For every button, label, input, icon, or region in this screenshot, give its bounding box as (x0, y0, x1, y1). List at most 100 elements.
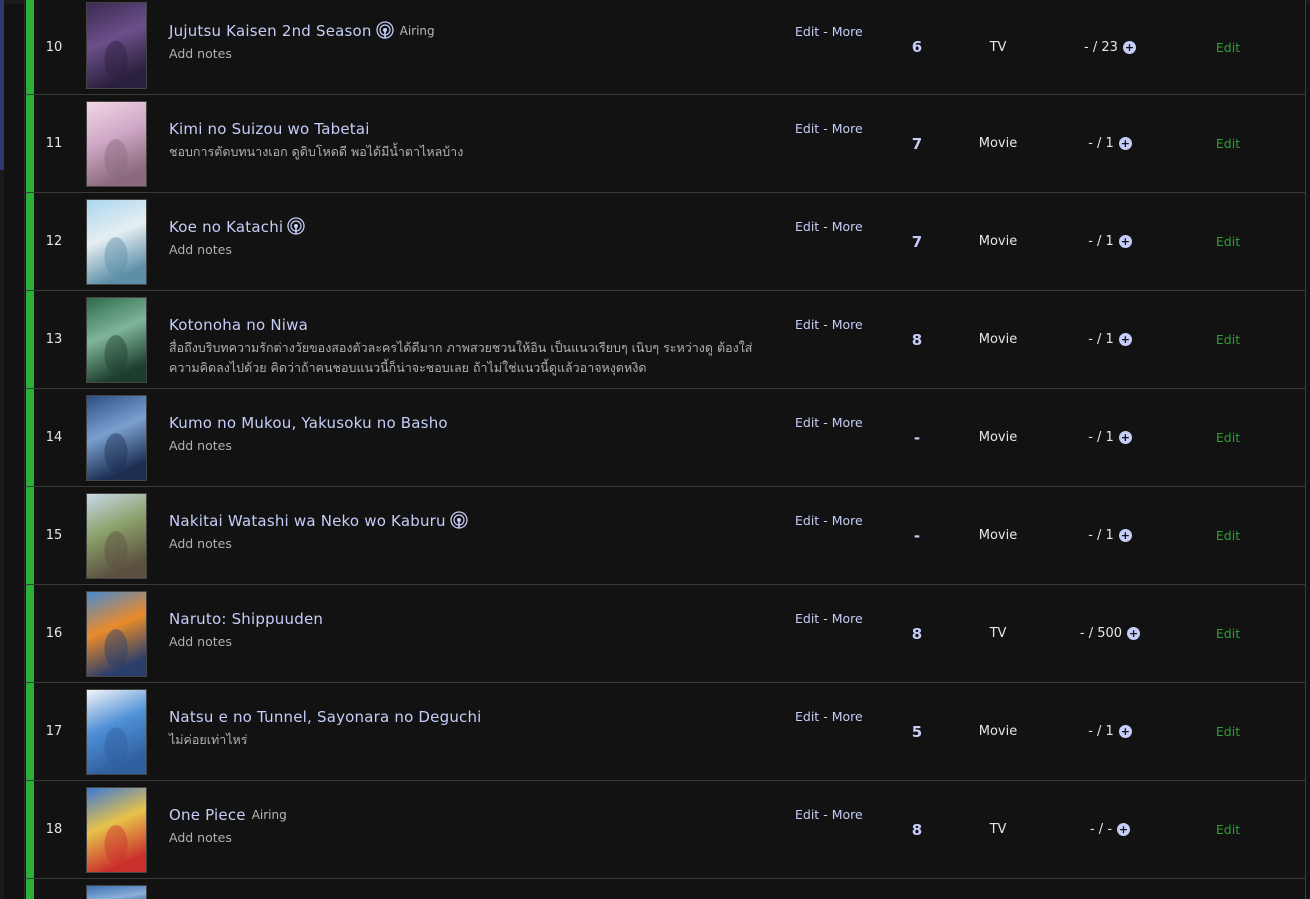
cover-thumbnail[interactable] (86, 395, 147, 481)
link-separator: - (819, 709, 832, 724)
table-row: 12 Koe no Katachi Add notes Edit - More 7 Mov… (25, 193, 1305, 291)
score-value[interactable]: - (885, 389, 949, 486)
increment-episode-icon[interactable]: + (1118, 529, 1132, 542)
anime-title-link[interactable]: Natsu e no Tunnel, Sayonara no Deguchi (169, 708, 482, 726)
increment-episode-icon[interactable]: + (1118, 235, 1132, 248)
title-cell: Naruto: Shippuuden Add notes (169, 609, 769, 652)
anime-title-link[interactable]: Kotonoha no Niwa (169, 316, 308, 334)
edit-link[interactable]: Edit (795, 415, 819, 430)
score-value[interactable]: 8 (885, 585, 949, 682)
score-value[interactable]: 8 (885, 291, 949, 388)
anime-title-link[interactable]: Naruto: Shippuuden (169, 610, 323, 628)
progress-value[interactable]: - / - (1090, 822, 1112, 837)
increment-episode-icon[interactable]: + (1118, 333, 1132, 346)
anime-list-table: 10 Jujutsu Kaisen 2nd Season Airing Add not… (24, 0, 1306, 899)
cover-thumbnail[interactable] (86, 199, 147, 285)
row-number: 16 (45, 626, 63, 641)
cover-thumbnail[interactable] (86, 689, 147, 775)
anime-title-link[interactable]: Kumo no Mukou, Yakusoku no Basho (169, 414, 448, 432)
edit-link[interactable]: Edit (795, 807, 819, 822)
more-link[interactable]: More (832, 415, 863, 430)
cover-thumbnail[interactable] (86, 493, 147, 579)
row-edit-button[interactable]: Edit (1195, 585, 1261, 682)
cover-thumbnail[interactable] (86, 591, 147, 677)
row-number: 18 (45, 822, 63, 837)
progress-cell: - / 1 + (1045, 389, 1175, 486)
cover-thumbnail[interactable] (86, 101, 147, 187)
more-link[interactable]: More (832, 611, 863, 626)
increment-episode-icon[interactable]: + (1118, 725, 1132, 738)
row-edit-button[interactable]: Edit (1195, 389, 1261, 486)
increment-episode-icon[interactable]: + (1117, 823, 1131, 836)
row-edit-button[interactable]: Edit (1195, 193, 1261, 290)
row-edit-button[interactable]: Edit (1195, 683, 1261, 780)
progress-value[interactable]: - / 23 (1084, 40, 1118, 55)
increment-episode-icon[interactable]: + (1122, 40, 1136, 54)
score-value[interactable]: 7 (885, 193, 949, 290)
progress-value[interactable]: - / 1 (1088, 136, 1114, 151)
more-link[interactable]: More (832, 513, 863, 528)
more-link[interactable]: More (832, 709, 863, 724)
cover-thumbnail[interactable] (86, 787, 147, 873)
notes-field[interactable]: ชอบการตัดบทนางเอก ดูดิบโหดดี พอได้มีน้ำต… (169, 142, 769, 162)
row-edit-button[interactable]: Edit (1195, 291, 1261, 388)
notes-field[interactable]: สื่อถึงบริบทความรักต่างวัยของสองตัวละครไ… (169, 338, 769, 378)
more-link[interactable]: More (832, 219, 863, 234)
notes-field[interactable]: Add notes (169, 240, 769, 260)
status-color-bar (26, 193, 34, 290)
row-edit-button[interactable]: Edit (1195, 95, 1261, 192)
row-edit-button[interactable]: Edit (1195, 0, 1261, 94)
more-link[interactable]: More (832, 121, 863, 136)
progress-value[interactable]: - / 1 (1088, 528, 1114, 543)
progress-cell: - / 23 + (1045, 0, 1175, 94)
cover-art (87, 396, 146, 480)
score-value[interactable]: 5 (885, 683, 949, 780)
more-link[interactable]: More (832, 807, 863, 822)
progress-value[interactable]: - / 1 (1088, 332, 1114, 347)
score-value[interactable]: 6 (885, 0, 949, 94)
type-value: TV (989, 39, 1007, 55)
edit-link[interactable]: Edit (795, 611, 819, 626)
anime-title-link[interactable]: Koe no Katachi (169, 218, 283, 236)
link-separator: - (819, 611, 832, 626)
notes-field[interactable]: Add notes (169, 436, 769, 456)
anime-title-link[interactable]: One Piece (169, 806, 246, 824)
link-separator: - (819, 219, 832, 234)
title-line: Jujutsu Kaisen 2nd Season Airing (169, 21, 769, 40)
row-edit-button[interactable]: Edit (1195, 487, 1261, 584)
notes-field[interactable]: Add notes (169, 828, 769, 848)
title-cell: Jujutsu Kaisen 2nd Season Airing Add notes (169, 21, 769, 64)
edit-link[interactable]: Edit (795, 709, 819, 724)
cover-thumbnail[interactable] (86, 885, 147, 899)
increment-episode-icon[interactable]: + (1118, 137, 1132, 150)
more-link[interactable]: More (832, 24, 863, 39)
edit-link[interactable]: Edit (795, 317, 819, 332)
increment-episode-icon[interactable]: + (1118, 431, 1132, 444)
cover-thumbnail[interactable] (86, 2, 147, 89)
anime-title-link[interactable]: Kimi no Suizou wo Tabetai (169, 120, 370, 138)
notes-field[interactable]: Add notes (169, 534, 769, 554)
progress-value[interactable]: - / 1 (1088, 234, 1114, 249)
edit-link[interactable]: Edit (795, 24, 819, 39)
cover-thumbnail[interactable] (86, 297, 147, 383)
progress-value[interactable]: - / 500 (1080, 626, 1122, 641)
notes-field[interactable]: Add notes (169, 632, 769, 652)
row-edit-button[interactable]: Edit (1195, 781, 1261, 878)
progress-value[interactable]: - / 1 (1088, 724, 1114, 739)
notes-field[interactable]: ไม่ค่อยเท่าไหร่ (169, 730, 769, 750)
progress-value[interactable]: - / 1 (1088, 430, 1114, 445)
anime-title-link[interactable]: Nakitai Watashi wa Neko wo Kaburu (169, 512, 446, 530)
score-value[interactable]: - (885, 487, 949, 584)
increment-episode-icon[interactable]: + (1127, 627, 1141, 640)
edit-link[interactable]: Edit (795, 121, 819, 136)
link-separator: - (819, 807, 832, 822)
type-value: TV (989, 626, 1007, 641)
anime-title-link[interactable]: Jujutsu Kaisen 2nd Season (169, 22, 372, 40)
notes-field[interactable]: Add notes (169, 44, 769, 64)
edit-link[interactable]: Edit (795, 219, 819, 234)
edit-link[interactable]: Edit (795, 513, 819, 528)
score-value[interactable]: 7 (885, 95, 949, 192)
more-link[interactable]: More (832, 317, 863, 332)
airing-status: Airing (399, 24, 435, 38)
score-value[interactable]: 8 (885, 781, 949, 878)
